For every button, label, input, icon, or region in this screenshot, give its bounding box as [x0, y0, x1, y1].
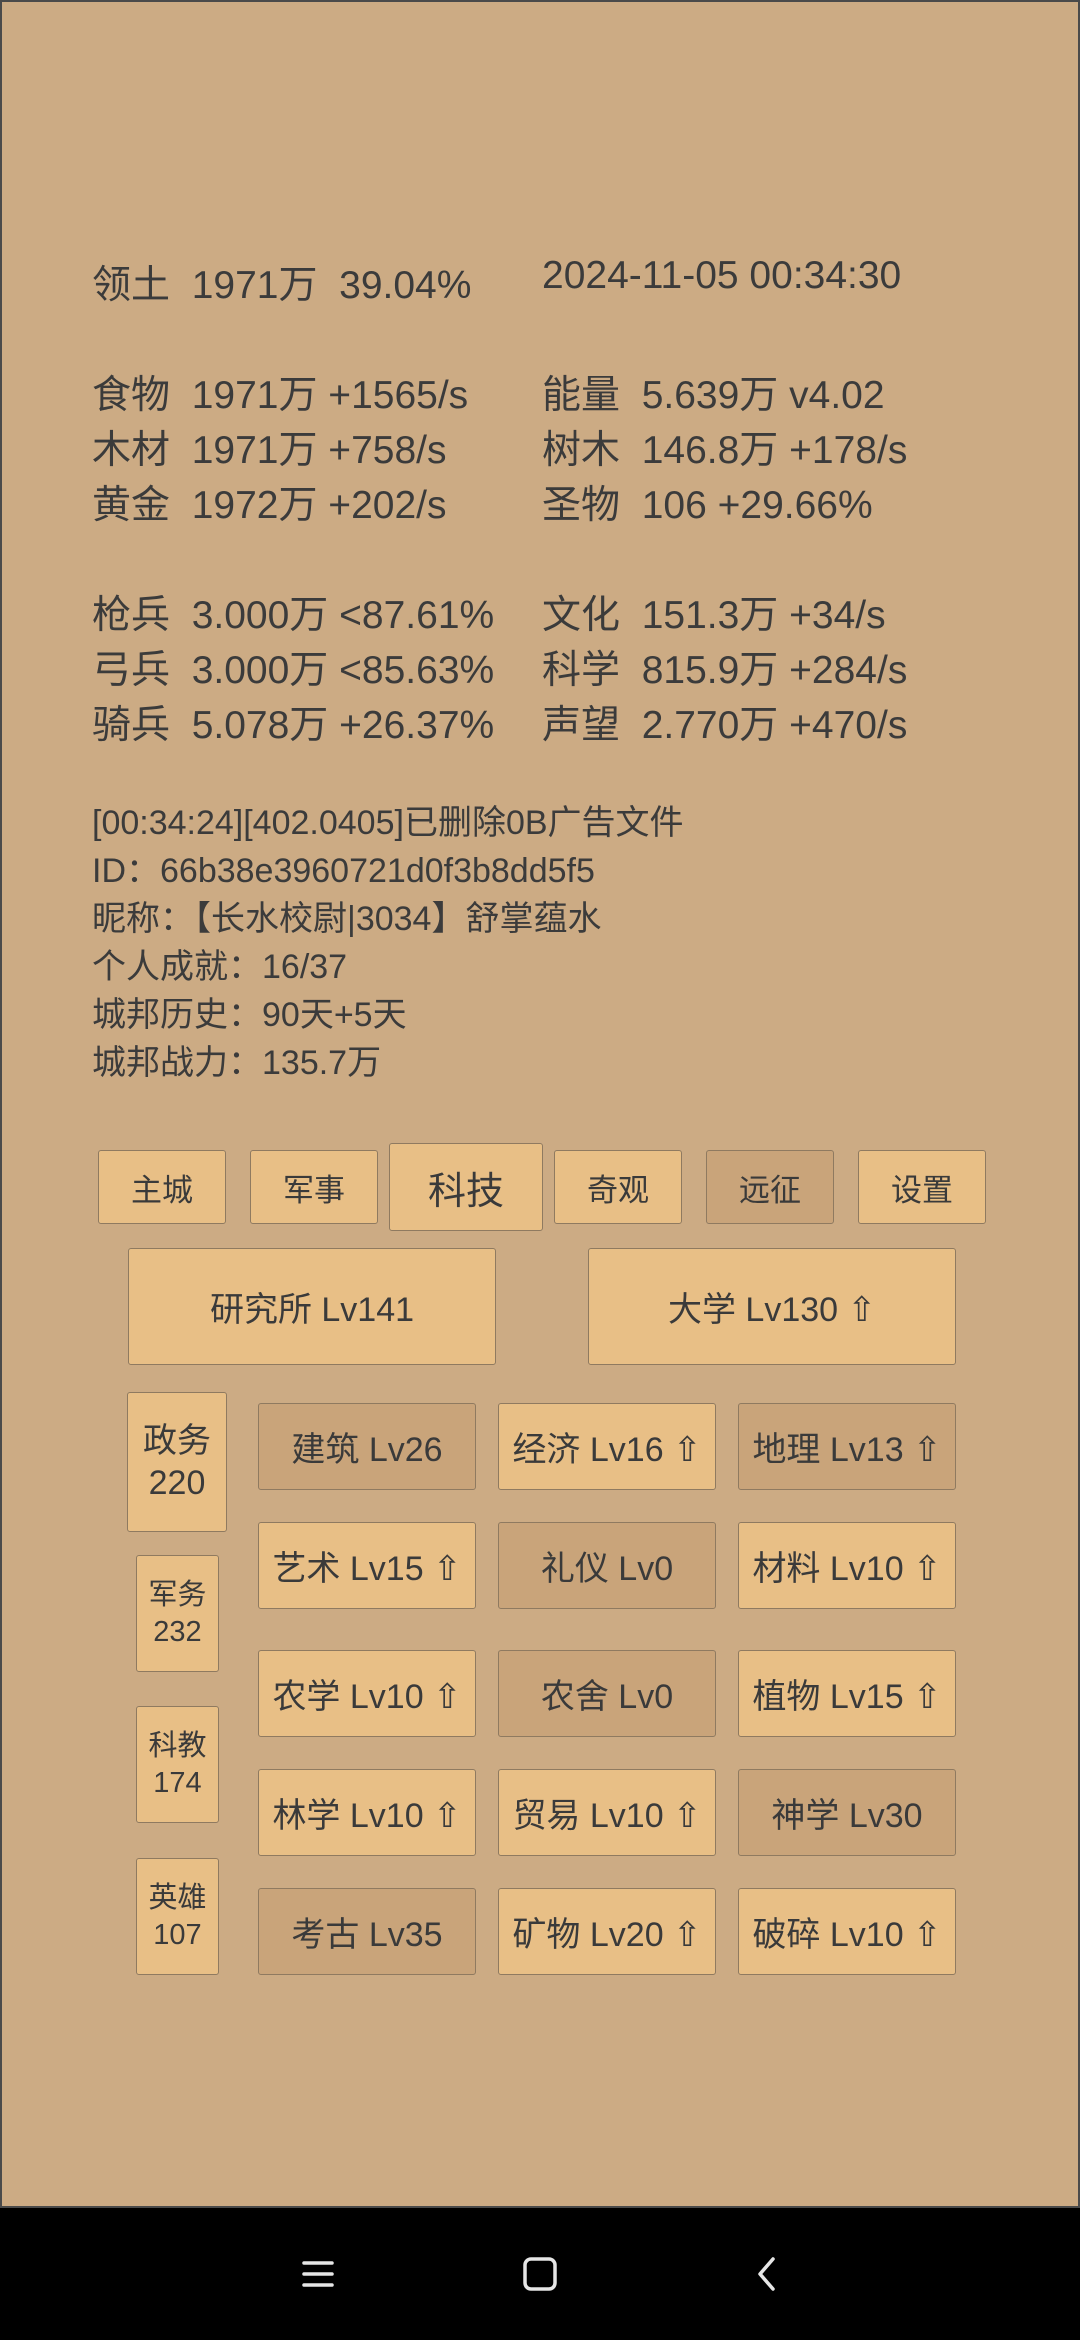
tab-wonders[interactable]: 奇观 [554, 1150, 682, 1224]
university-button[interactable]: 大学 Lv130 ⇧ [588, 1248, 956, 1365]
city-power: 城邦战力：135.7万 [92, 1044, 382, 1082]
stat-science: 科学 815.9万 +284/s [542, 649, 908, 692]
tab-expedition[interactable]: 远征 [706, 1150, 834, 1224]
stat-spearmen: 枪兵 3.000万 <87.61% [92, 594, 495, 637]
category-heroes[interactable]: 英雄 107 [136, 1858, 219, 1975]
tech-botany[interactable]: 植物 Lv15 ⇧ [738, 1650, 956, 1737]
home-icon[interactable] [514, 2248, 566, 2300]
player-id: ID：66b38e3960721d0f3b8dd5f5 [92, 852, 595, 890]
tab-technology[interactable]: 科技 [389, 1143, 543, 1231]
tab-settings[interactable]: 设置 [858, 1150, 986, 1224]
tab-military[interactable]: 军事 [250, 1150, 378, 1224]
territory-stat: 领土 1971万 39.04% [92, 254, 471, 310]
stat-energy: 能量 5.639万 v4.02 [542, 374, 885, 417]
city-history: 城邦历史：90天+5天 [92, 996, 407, 1034]
category-education[interactable]: 科教 174 [136, 1706, 219, 1823]
stat-trees: 树木 146.8万 +178/s [542, 429, 908, 472]
player-nickname: 昵称：【长水校尉|3034】舒掌蕴水 [92, 900, 602, 938]
log-line: [00:34:24][402.0405]已删除0B广告文件 [92, 804, 684, 842]
stat-cavalry: 骑兵 5.078万 +26.37% [92, 704, 495, 747]
tech-forestry[interactable]: 林学 Lv10 ⇧ [258, 1769, 476, 1856]
stat-gold: 黄金 1972万 +202/s [92, 484, 447, 527]
research-institute-button[interactable]: 研究所 Lv141 [128, 1248, 496, 1365]
tech-architecture[interactable]: 建筑 Lv26 [258, 1403, 476, 1490]
tech-farmhouse[interactable]: 农舍 Lv0 [498, 1650, 716, 1737]
category-military-affairs[interactable]: 军务 232 [136, 1555, 219, 1672]
territory-value: 1971万 [191, 264, 318, 307]
tech-etiquette[interactable]: 礼仪 Lv0 [498, 1522, 716, 1609]
game-datetime: 2024-11-05 00:34:30 [542, 254, 902, 297]
back-icon[interactable] [742, 2248, 794, 2300]
tech-geography[interactable]: 地理 Lv13 ⇧ [738, 1403, 956, 1490]
territory-pct: 39.04% [339, 264, 472, 307]
stat-relics: 圣物 106 +29.66% [542, 484, 873, 527]
territory-label: 领土 [92, 264, 171, 307]
stat-wood: 木材 1971万 +758/s [92, 429, 447, 472]
tech-trade[interactable]: 贸易 Lv10 ⇧ [498, 1769, 716, 1856]
game-screen: 领土 1971万 39.04% 2024-11-05 00:34:30 食物 1… [0, 0, 1080, 2208]
tech-agronomy[interactable]: 农学 Lv10 ⇧ [258, 1650, 476, 1737]
tech-economy[interactable]: 经济 Lv16 ⇧ [498, 1403, 716, 1490]
stat-prestige: 声望 2.770万 +470/s [542, 704, 908, 747]
stat-food: 食物 1971万 +1565/s [92, 374, 469, 417]
tech-archaeology[interactable]: 考古 Lv35 [258, 1888, 476, 1975]
tech-theology[interactable]: 神学 Lv30 [738, 1769, 956, 1856]
tab-main-city[interactable]: 主城 [98, 1150, 226, 1224]
category-government[interactable]: 政务 220 [127, 1392, 227, 1532]
menu-icon[interactable] [292, 2248, 344, 2300]
navigation-bar [0, 2208, 1080, 2340]
tech-art[interactable]: 艺术 Lv15 ⇧ [258, 1522, 476, 1609]
tech-shattering[interactable]: 破碎 Lv10 ⇧ [738, 1888, 956, 1975]
stat-culture: 文化 151.3万 +34/s [542, 594, 886, 637]
stat-archers: 弓兵 3.000万 <85.63% [92, 649, 495, 692]
tech-materials[interactable]: 材料 Lv10 ⇧ [738, 1522, 956, 1609]
achievement: 个人成就：16/37 [92, 948, 348, 986]
tech-minerals[interactable]: 矿物 Lv20 ⇧ [498, 1888, 716, 1975]
